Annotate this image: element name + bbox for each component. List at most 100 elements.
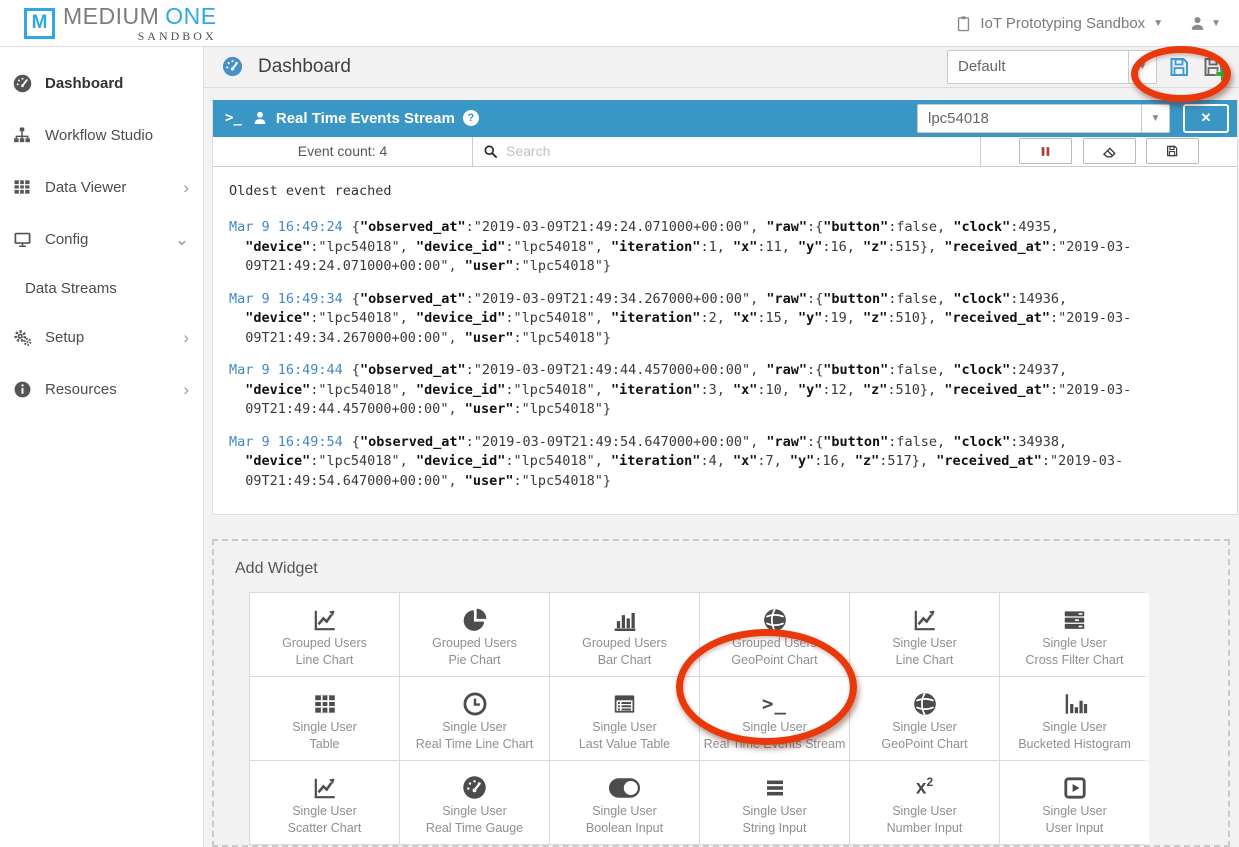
widget-item-line1: Grouped Users: [282, 635, 367, 652]
add-widget-item[interactable]: Grouped UsersBar Chart: [550, 593, 699, 676]
sidebar-item-label: Resources: [45, 381, 183, 398]
save-stream-button[interactable]: [1146, 138, 1199, 164]
add-widget-item[interactable]: Single UserBucketed Histogram: [1000, 677, 1149, 760]
add-widget-item[interactable]: Single UserScatter Chart: [250, 761, 399, 844]
page-title: Dashboard: [258, 56, 351, 78]
workspace-label: IoT Prototyping Sandbox: [980, 15, 1145, 32]
sidebar-item-config[interactable]: Config ⌄: [0, 213, 203, 265]
workspace-menu[interactable]: IoT Prototyping Sandbox ▼: [955, 14, 1163, 33]
sidebar-item-data-viewer[interactable]: Data Viewer ›: [0, 161, 203, 213]
widget-item-line1: Grouped Users: [432, 635, 517, 652]
add-widget-item[interactable]: Single UserBoolean Input: [550, 761, 699, 844]
dashboard-preset-select[interactable]: Default ▼: [947, 50, 1157, 84]
histogram-icon: [1062, 689, 1088, 719]
event-entry: Mar 9 16:49:34{"observed_at":"2019-03-09…: [229, 290, 1219, 349]
widget-item-line2: GeoPoint Chart: [731, 652, 817, 669]
clock-icon: [462, 689, 488, 719]
page-header: Dashboard Default ▼ ✚: [204, 47, 1239, 88]
save-dashboard-button[interactable]: [1167, 55, 1191, 79]
widget-item-line1: Single User: [892, 635, 957, 652]
info-icon: [10, 380, 34, 399]
sidebar-item-data-streams[interactable]: Data Streams: [0, 265, 203, 311]
add-widget-item[interactable]: Single UserGeoPoint Chart: [850, 677, 999, 760]
add-widget-item[interactable]: x2Single UserNumber Input: [850, 761, 999, 844]
add-widget-item[interactable]: Single UserCross Filter Chart: [1000, 593, 1149, 676]
sidebar-item-setup[interactable]: Setup ›: [0, 311, 203, 363]
pause-stream-button[interactable]: [1019, 138, 1072, 164]
main-content: Dashboard Default ▼ ✚: [204, 47, 1239, 847]
add-widget-title: Add Widget: [235, 560, 1228, 578]
widget-item-line2: Cross Filter Chart: [1026, 652, 1124, 669]
add-widget-item[interactable]: Grouped UsersGeoPoint Chart: [700, 593, 849, 676]
event-json: {"observed_at":"2019-03-09T21:49:34.2670…: [245, 291, 1131, 346]
widget-item-line2: Scatter Chart: [288, 820, 362, 837]
pie-chart-icon: [462, 605, 488, 635]
widget-item-line1: Single User: [442, 719, 507, 736]
add-widget-item[interactable]: Single UserReal Time Gauge: [400, 761, 549, 844]
monitor-icon: [10, 230, 34, 249]
widget-item-line2: Real Time Events Stream: [704, 736, 846, 753]
widget-item-line1: Single User: [892, 719, 957, 736]
widget-item-line2: User Input: [1046, 820, 1104, 837]
play-square-icon: [1062, 773, 1088, 803]
widget-item-line2: Table: [310, 736, 340, 753]
widget-item-line1: Single User: [442, 803, 507, 820]
event-entry: Mar 9 16:49:44{"observed_at":"2019-03-09…: [229, 361, 1219, 420]
widget-item-line2: Real Time Gauge: [426, 820, 523, 837]
widget-item-line1: Single User: [742, 803, 807, 820]
clipboard-icon: [955, 14, 972, 33]
add-widget-item[interactable]: >_Single UserReal Time Events Stream: [700, 677, 849, 760]
widget-item-line1: Single User: [292, 719, 357, 736]
device-value: lpc54018: [918, 105, 1141, 132]
save-as-new-dashboard-button[interactable]: ✚: [1201, 55, 1225, 79]
help-icon[interactable]: ?: [463, 110, 479, 126]
app-root: M MEDIUMONE SANDBOX IoT Prototyping Sand…: [0, 0, 1239, 847]
brand-mark-icon: M: [24, 8, 55, 39]
globe-icon: [762, 605, 788, 635]
event-entry: Mar 9 16:49:54{"observed_at":"2019-03-09…: [229, 433, 1219, 492]
add-widget-item[interactable]: Single UserUser Input: [1000, 761, 1149, 844]
widget-item-line1: Grouped Users: [732, 635, 817, 652]
event-timestamp: Mar 9 16:49:24: [229, 219, 343, 235]
chevron-right-icon: ›: [183, 329, 189, 346]
event-entry: Mar 9 16:49:24{"observed_at":"2019-03-09…: [229, 218, 1219, 277]
list-table-icon: [611, 689, 638, 719]
widget-item-line2: Line Chart: [896, 652, 954, 669]
add-widget-item[interactable]: Grouped UsersLine Chart: [250, 593, 399, 676]
widget-title: Real Time Events Stream: [276, 110, 455, 127]
terminal-icon: >_: [762, 689, 787, 719]
chevron-down-icon[interactable]: ▼: [1141, 105, 1169, 132]
add-widget-item[interactable]: Single UserLine Chart: [850, 593, 999, 676]
search-box: [473, 137, 981, 166]
widget-item-line1: Single User: [1042, 635, 1107, 652]
device-select[interactable]: lpc54018 ▼: [917, 104, 1170, 133]
close-widget-button[interactable]: ✕: [1183, 104, 1229, 133]
user-icon: [252, 110, 268, 126]
add-widget-item[interactable]: Single UserString Input: [700, 761, 849, 844]
user-menu[interactable]: ▼: [1189, 15, 1221, 32]
widget-item-line2: Pie Chart: [448, 652, 500, 669]
bars-icon: [762, 773, 788, 803]
search-input[interactable]: [506, 143, 970, 159]
widget-item-line2: Line Chart: [296, 652, 354, 669]
chevron-down-icon: ⌄: [175, 231, 189, 248]
clear-stream-button[interactable]: [1083, 138, 1136, 164]
widget-item-line2: String Input: [743, 820, 807, 837]
add-widget-item[interactable]: Grouped UsersPie Chart: [400, 593, 549, 676]
cross-filter-icon: [1061, 605, 1088, 635]
sidebar-item-dashboard[interactable]: Dashboard: [0, 57, 203, 109]
sidebar-item-workflow-studio[interactable]: Workflow Studio: [0, 109, 203, 161]
brand-logo[interactable]: M MEDIUMONE SANDBOX: [24, 5, 217, 42]
table-icon: [10, 177, 34, 197]
add-widget-item[interactable]: Single UserLast Value Table: [550, 677, 699, 760]
event-log: Oldest event reached Mar 9 16:49:24{"obs…: [213, 167, 1237, 515]
sidebar-item-resources[interactable]: Resources ›: [0, 363, 203, 415]
add-widget-item[interactable]: Single UserReal Time Line Chart: [400, 677, 549, 760]
event-json: {"observed_at":"2019-03-09T21:49:54.6470…: [245, 434, 1123, 489]
add-widget-grid: Grouped UsersLine ChartGrouped UsersPie …: [249, 592, 1145, 845]
chevron-down-icon[interactable]: ▼: [1128, 51, 1156, 83]
add-widget-item[interactable]: Single UserTable: [250, 677, 399, 760]
widget-item-line2: Number Input: [887, 820, 963, 837]
sidebar-item-label: Config: [45, 231, 175, 248]
event-timestamp: Mar 9 16:49:54: [229, 434, 343, 450]
